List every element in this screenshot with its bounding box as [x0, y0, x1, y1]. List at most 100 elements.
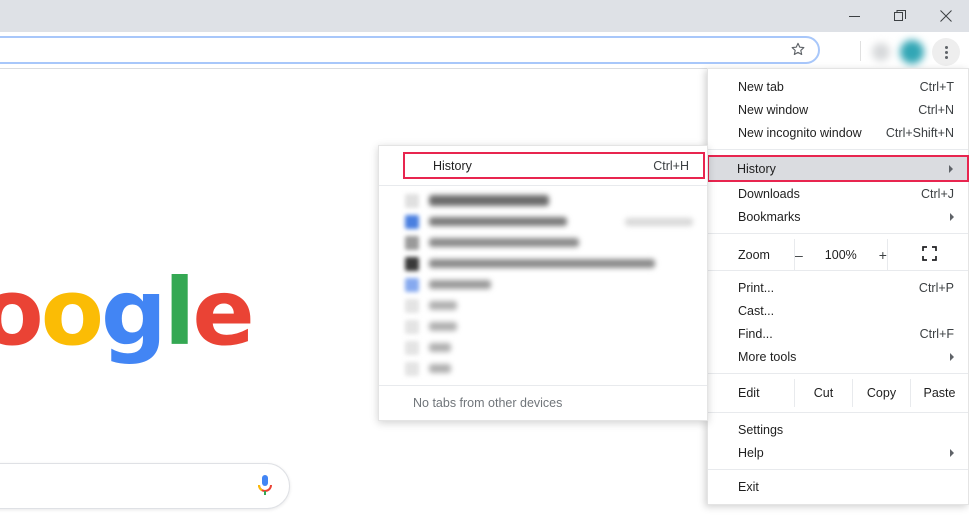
- window-title-bar: [0, 0, 969, 32]
- menu-item-new-window[interactable]: New window Ctrl+N: [708, 98, 968, 121]
- menu-separator: [708, 373, 968, 374]
- list-item[interactable]: [379, 190, 707, 211]
- list-item-label-redacted: [429, 343, 451, 352]
- menu-item-label: Bookmarks: [738, 209, 801, 224]
- browser-toolbar: [0, 32, 969, 69]
- menu-item-label: Print...: [738, 280, 775, 295]
- menu-item-cast[interactable]: Cast...: [708, 299, 968, 322]
- chevron-right-icon: [950, 352, 954, 361]
- copy-button[interactable]: Copy: [852, 379, 910, 407]
- favicon-icon: [405, 256, 419, 271]
- minimize-button[interactable]: [831, 0, 877, 32]
- avatar[interactable]: [900, 40, 924, 64]
- close-button[interactable]: [923, 0, 969, 32]
- menu-item-label: New incognito window: [738, 125, 862, 140]
- menu-separator: [708, 469, 968, 470]
- dot-2: [944, 50, 948, 54]
- zoom-level-value: 100%: [824, 247, 857, 262]
- edit-label-text: Edit: [738, 386, 760, 400]
- menu-item-history[interactable]: History: [707, 155, 969, 182]
- favicon-icon: [405, 193, 419, 208]
- list-item[interactable]: [379, 316, 707, 337]
- zoom-in-button[interactable]: +: [879, 247, 887, 263]
- menu-item-downloads[interactable]: Downloads Ctrl+J: [708, 182, 968, 205]
- edit-label: Edit: [708, 379, 794, 407]
- close-icon: [940, 10, 952, 22]
- menu-item-settings[interactable]: Settings: [708, 418, 968, 441]
- list-item-label-redacted: [429, 301, 457, 310]
- recently-closed-list: [379, 188, 707, 385]
- menu-item-accelerator: Ctrl+Shift+N: [885, 125, 954, 140]
- favicon-icon: [405, 361, 419, 376]
- favicon-icon: [405, 235, 419, 250]
- menu-item-label: More tools: [738, 349, 797, 364]
- menu-item-accelerator: Ctrl+T: [919, 79, 954, 94]
- chevron-right-icon: [950, 448, 954, 457]
- window-controls: [831, 0, 969, 32]
- logo-letter-e: e: [192, 259, 254, 366]
- menu-item-label: New window: [738, 102, 809, 117]
- menu-item-accelerator: Ctrl+N: [918, 102, 954, 117]
- logo-letter-o2: o: [40, 259, 104, 366]
- list-item[interactable]: [379, 358, 707, 379]
- menu-item-bookmarks[interactable]: Bookmarks: [708, 205, 968, 228]
- zoom-out-button[interactable]: –: [795, 247, 803, 263]
- microphone-icon[interactable]: [253, 473, 277, 499]
- menu-item-help[interactable]: Help: [708, 441, 968, 464]
- menu-item-label: Cast...: [738, 303, 775, 318]
- copy-label: Copy: [866, 386, 897, 400]
- favicon-icon: [405, 340, 419, 355]
- three-dot-menu-icon[interactable]: [932, 38, 960, 66]
- menu-row-zoom: Zoom – 100% +: [708, 239, 968, 270]
- list-item[interactable]: [379, 253, 707, 274]
- logo-letter-l: l: [163, 259, 196, 366]
- address-bar[interactable]: [0, 36, 820, 64]
- list-item-label-redacted: [429, 364, 451, 373]
- menu-item-accelerator: Ctrl+F: [919, 326, 954, 341]
- menu-item-label: History: [737, 161, 776, 176]
- submenu-item-accelerator: Ctrl+H: [653, 158, 689, 173]
- history-submenu: History Ctrl+H No tabs from other device…: [378, 145, 708, 421]
- favicon-icon: [405, 277, 419, 292]
- no-tabs-message: No tabs from other devices: [413, 396, 563, 410]
- list-item[interactable]: [379, 337, 707, 358]
- submenu-item-history[interactable]: History Ctrl+H: [403, 152, 705, 179]
- paste-label: Paste: [923, 386, 956, 400]
- cut-button[interactable]: Cut: [794, 379, 852, 407]
- list-item[interactable]: [379, 211, 707, 232]
- search-input[interactable]: [0, 463, 290, 509]
- extension-icon[interactable]: [872, 43, 890, 61]
- list-item-label-redacted: [429, 195, 549, 206]
- list-item-label-redacted: [429, 280, 491, 289]
- paste-button[interactable]: Paste: [910, 379, 968, 407]
- star-icon: [790, 41, 806, 62]
- dot-3: [944, 55, 948, 59]
- favicon-icon: [405, 214, 419, 229]
- list-item[interactable]: [379, 274, 707, 295]
- fullscreen-button[interactable]: [888, 239, 969, 270]
- list-item[interactable]: [379, 295, 707, 316]
- menu-separator: [708, 412, 968, 413]
- list-item[interactable]: [379, 232, 707, 253]
- menu-item-more-tools[interactable]: More tools: [708, 345, 968, 368]
- menu-item-find[interactable]: Find... Ctrl+F: [708, 322, 968, 345]
- menu-item-new-tab[interactable]: New tab Ctrl+T: [708, 75, 968, 98]
- menu-item-label: New tab: [738, 79, 784, 94]
- fullscreen-icon: [922, 245, 938, 264]
- menu-item-accelerator: Ctrl+P: [918, 280, 954, 295]
- maximize-button[interactable]: [877, 0, 923, 32]
- restore-icon: [894, 10, 906, 22]
- menu-item-exit[interactable]: Exit: [708, 475, 968, 498]
- list-item-timestamp-redacted: [625, 217, 693, 226]
- menu-item-label: Help: [738, 445, 764, 460]
- list-item-label-redacted: [429, 259, 655, 268]
- menu-item-print[interactable]: Print... Ctrl+P: [708, 276, 968, 299]
- favicon-icon: [405, 298, 419, 313]
- zoom-controls: – 100% +: [794, 239, 888, 270]
- menu-item-label: Find...: [738, 326, 773, 341]
- menu-item-new-incognito-window[interactable]: New incognito window Ctrl+Shift+N: [708, 121, 968, 144]
- zoom-label: Zoom: [708, 239, 794, 270]
- menu-row-edit: Edit Cut Copy Paste: [708, 379, 968, 407]
- menu-item-label: Downloads: [738, 186, 800, 201]
- bookmark-star-button[interactable]: [785, 40, 811, 62]
